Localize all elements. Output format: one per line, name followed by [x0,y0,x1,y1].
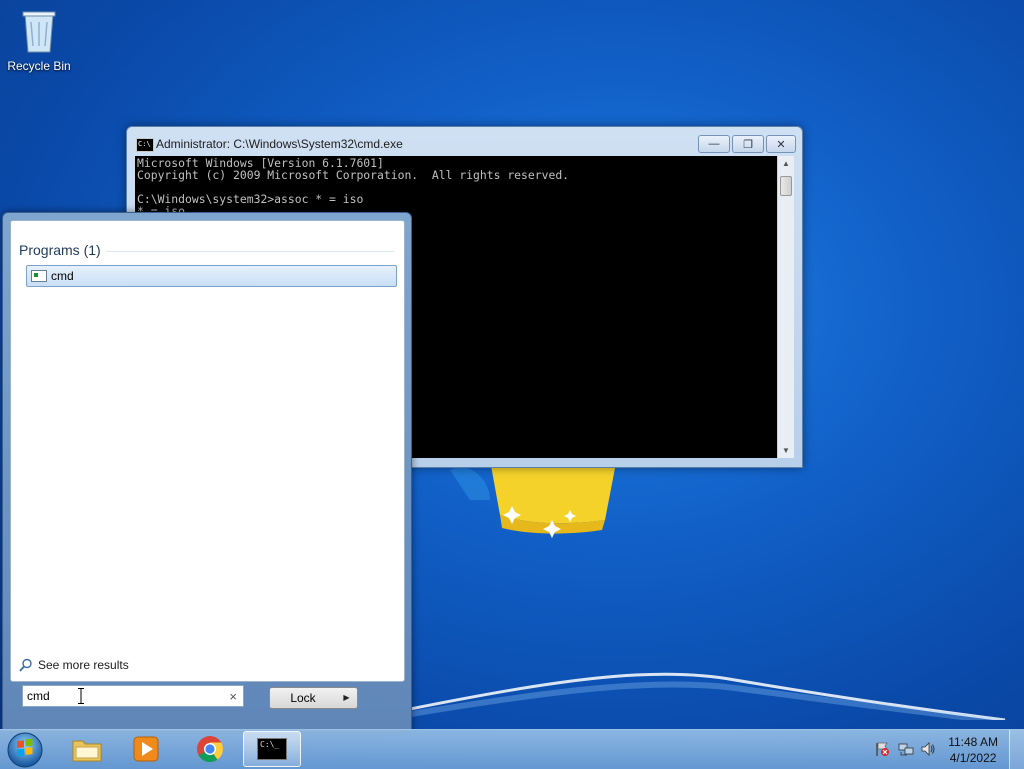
search-icon [19,658,32,672]
minimize-button[interactable]: — [698,135,730,153]
recycle-bin-label: Recycle Bin [7,59,71,73]
scroll-down-icon[interactable]: ▼ [778,443,794,458]
restore-icon: ❐ [743,138,753,151]
scroll-up-icon[interactable]: ▲ [778,156,794,171]
network-icon[interactable] [898,741,914,757]
cmd-scrollbar[interactable]: ▲ ▼ [777,156,794,458]
system-tray: 11:48 AM 4/1/2022 [854,730,1024,769]
start-results-pane: Programs (1) cmd See more results [10,220,405,682]
see-more-label: See more results [38,658,129,672]
chrome-icon [197,736,224,763]
taskbar-chrome-button[interactable] [181,731,239,767]
recycle-bin-icon [22,11,56,53]
taskbar: C:\_ 11:48 AM 4/1/2022 [0,729,1024,769]
result-item-cmd[interactable]: cmd [26,265,397,287]
cmd-taskbar-icon: C:\_ [257,738,287,760]
see-more-results-link[interactable]: See more results [19,658,129,672]
taskbar-media-player-button[interactable] [117,731,175,767]
cmd-titlebar[interactable]: C:\ Administrator: C:\Windows\System32\c… [127,127,802,157]
console-line: C:\Windows\system32>assoc * = iso [137,192,364,206]
clock-date: 4/1/2022 [949,751,997,765]
result-label: cmd [51,269,74,283]
volume-icon[interactable] [920,741,936,757]
wallpaper-swoosh [405,672,1006,720]
clock-time: 11:48 AM [948,735,998,749]
close-button[interactable]: ✕ [766,135,796,153]
cmd-window-icon[interactable]: C:\ [136,138,154,152]
taskbar-clock[interactable]: 11:48 AM 4/1/2022 [948,734,998,766]
start-menu: Programs (1) cmd See more results × Lock… [2,212,412,731]
folder-icon [72,740,102,762]
console-line: Copyright (c) 2009 Microsoft Corporation… [137,168,570,182]
recycle-bin-shortcut[interactable]: Recycle Bin [6,6,72,73]
close-icon: ✕ [776,138,786,151]
search-input[interactable] [27,687,217,705]
taskbar-explorer-button[interactable] [58,731,116,767]
programs-divider [106,251,394,252]
lock-button[interactable]: Lock [269,687,337,709]
taskbar-cmd-button[interactable]: C:\_ [243,731,301,767]
text-cursor-icon [78,688,84,704]
media-player-icon [133,736,159,762]
minimize-icon: — [708,138,720,150]
clear-search-icon[interactable]: × [229,689,237,704]
programs-header: Programs (1) [19,242,101,258]
start-search-box[interactable]: × [22,685,244,707]
cmd-window-title: Administrator: C:\Windows\System32\cmd.e… [156,137,403,151]
action-center-flag-icon[interactable] [874,741,890,757]
scroll-thumb[interactable] [780,176,792,196]
cmd-program-icon [31,270,47,282]
show-desktop-button[interactable] [1009,730,1024,769]
power-options-arrow-icon[interactable]: ▶ [336,687,358,709]
restore-button[interactable]: ❐ [732,135,764,153]
start-button-icon[interactable] [6,731,44,769]
